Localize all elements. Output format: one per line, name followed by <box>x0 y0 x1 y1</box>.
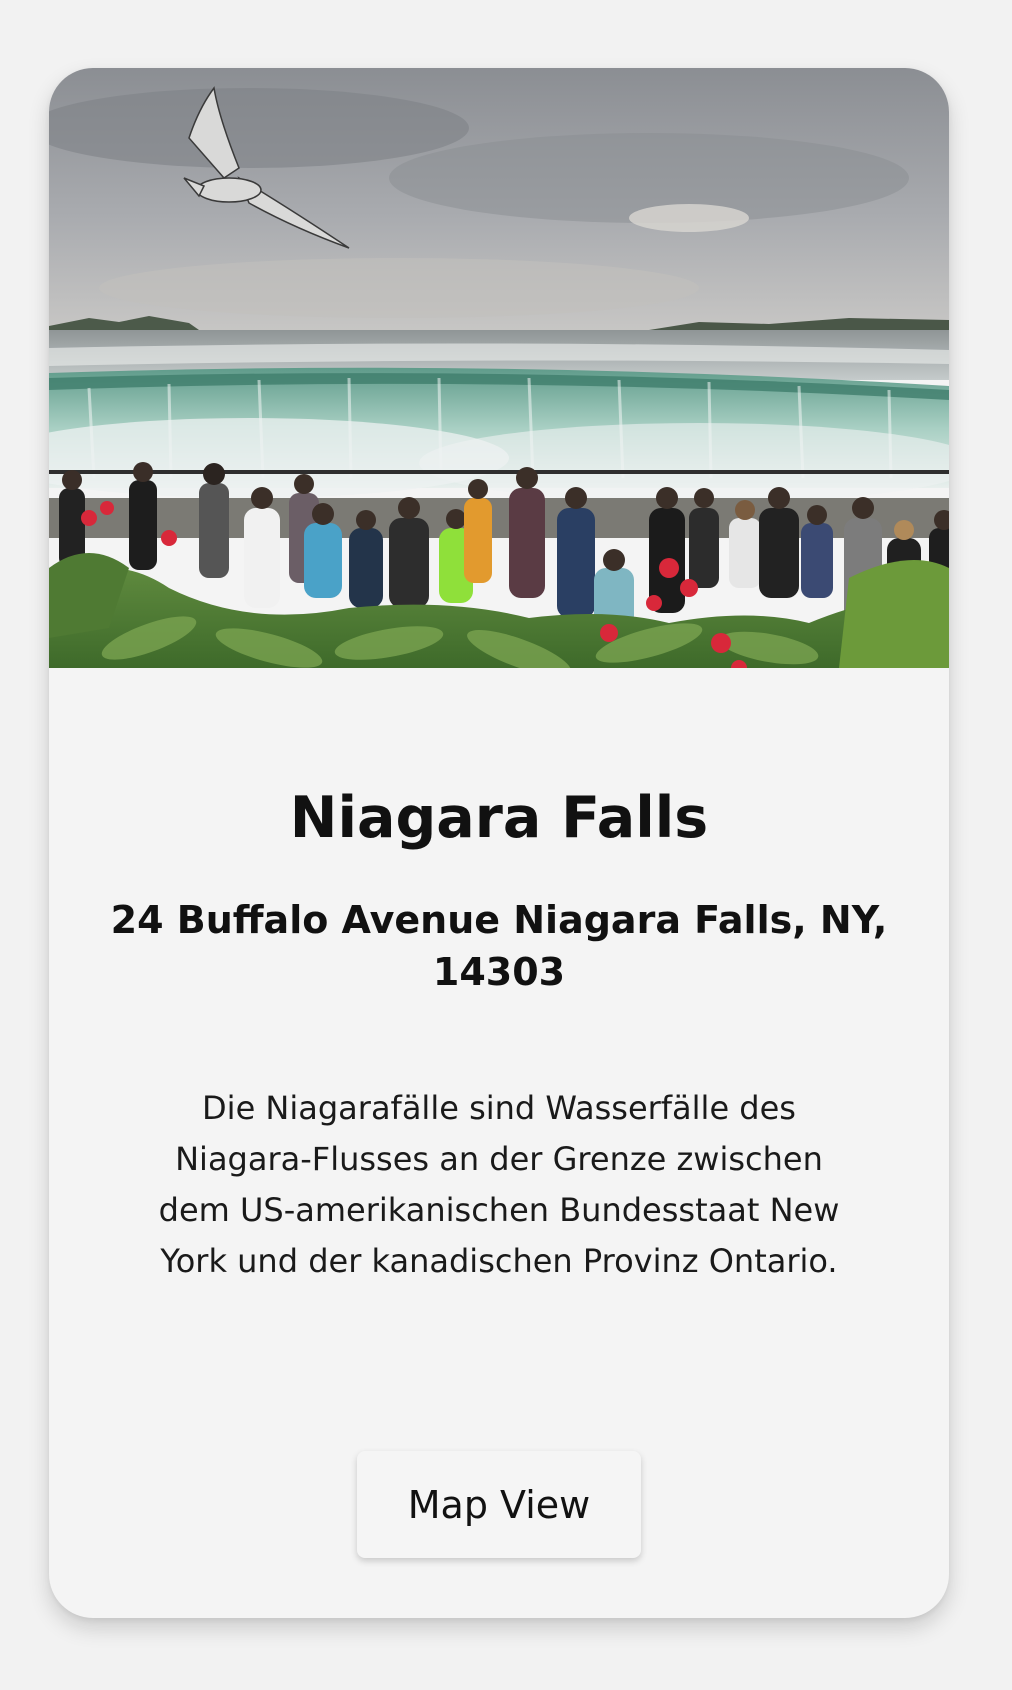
map-view-button[interactable]: Map View <box>357 1451 641 1558</box>
place-address: 24 Buffalo Avenue Niagara Falls, NY, 143… <box>110 898 888 994</box>
location-card: Niagara Falls 24 Buffalo Avenue Niagara … <box>49 68 949 1618</box>
niagara-falls-photo <box>49 68 949 668</box>
place-description: Die Niagarafälle sind Wasserfälle des Ni… <box>158 1089 840 1280</box>
place-title: Niagara Falls <box>289 785 709 851</box>
